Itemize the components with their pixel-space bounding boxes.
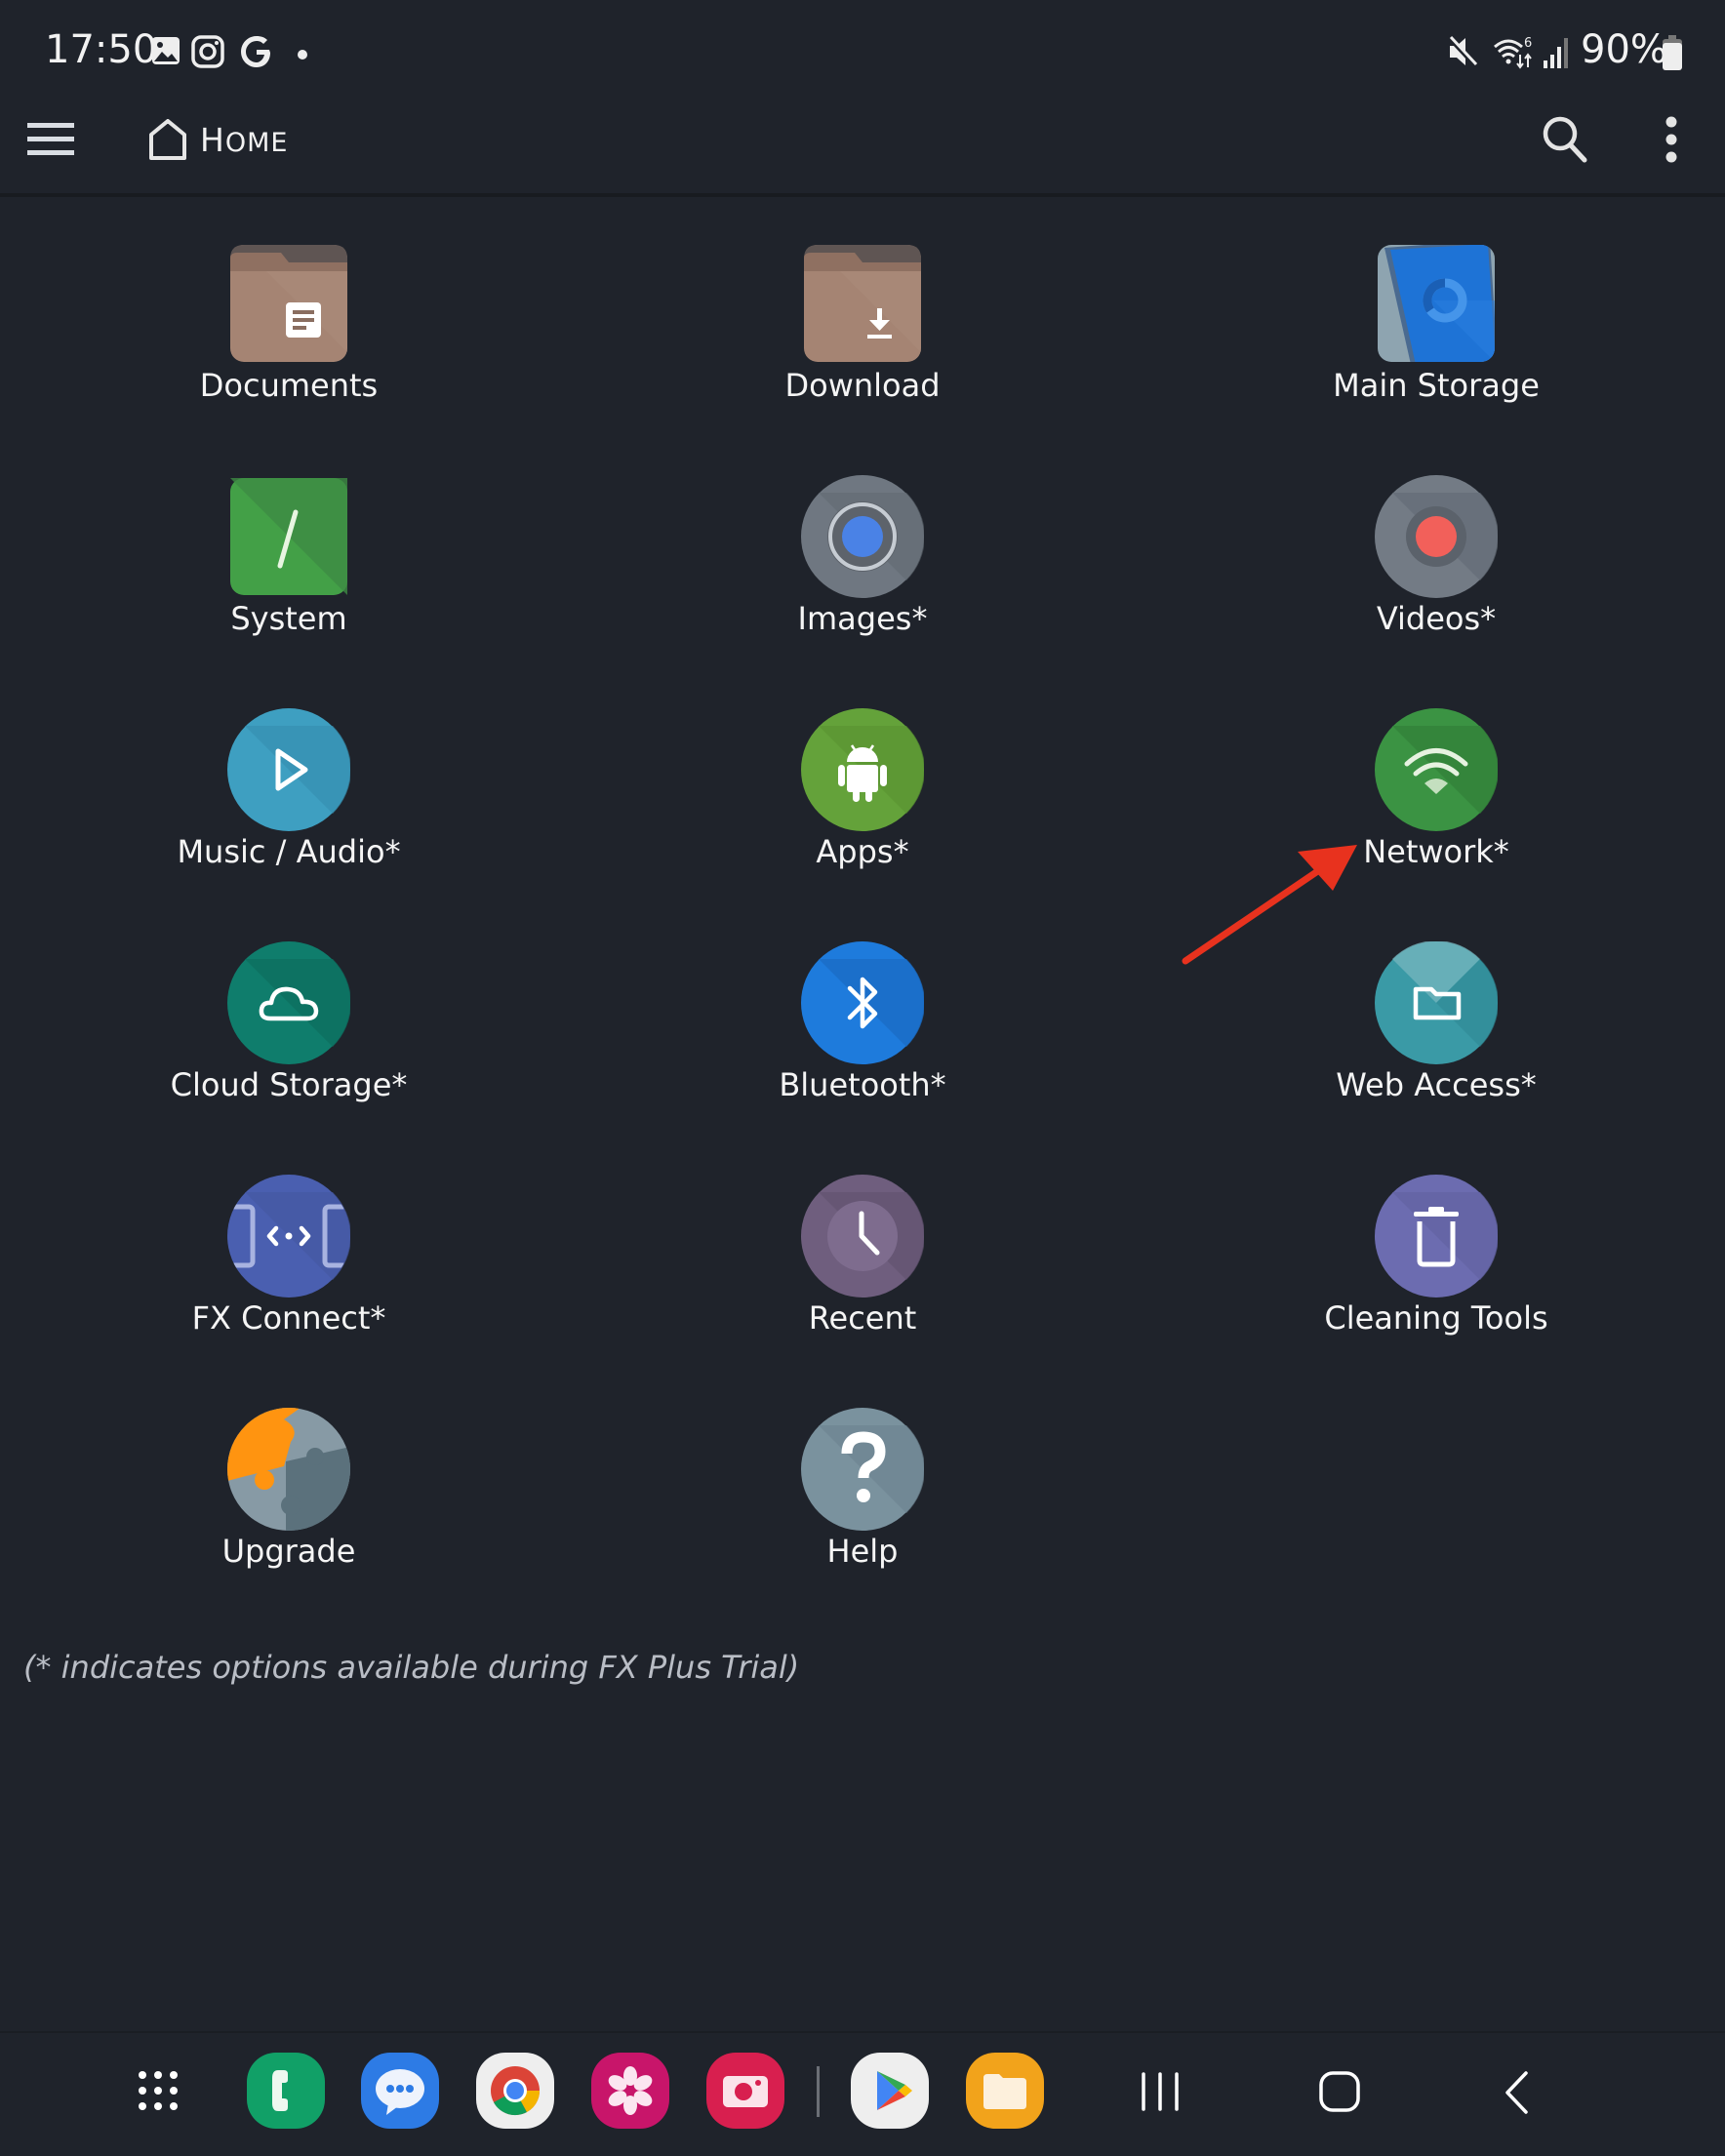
home-icon [149, 119, 186, 160]
chrome-app-icon [491, 2066, 541, 2116]
signal-icon [1544, 38, 1568, 68]
page-title: HOME [200, 121, 289, 159]
tile-label: Help [826, 1533, 899, 1570]
tile-label: Network* [1363, 833, 1509, 870]
tile-label: Download [784, 367, 941, 404]
videos-icon [1375, 475, 1498, 598]
tile-main-storage[interactable]: Main Storage [1261, 242, 1612, 437]
download-folder-icon [804, 245, 921, 362]
tile-label: System [230, 600, 347, 637]
tile-label: Upgrade [221, 1533, 356, 1570]
battery-icon [1663, 35, 1682, 70]
tile-network[interactable]: Network* [1261, 708, 1612, 903]
web-access-folder-icon [1375, 941, 1498, 1064]
recents-icon[interactable] [1141, 2072, 1180, 2111]
tile-upgrade[interactable]: Upgrade [113, 1408, 464, 1603]
gallery-notification-icon [152, 37, 180, 64]
fx-connect-icon [227, 1175, 350, 1298]
wifi-network-icon [1375, 708, 1498, 831]
system-root-icon [230, 478, 347, 595]
status-time: 17:50 [45, 27, 158, 72]
bluetooth-icon [801, 941, 924, 1064]
clock-icon [801, 1175, 924, 1298]
trial-footnote: (* indicates options available during FX… [23, 1649, 800, 1686]
tile-label: Apps* [816, 833, 909, 870]
files-app-icon [983, 2074, 1026, 2109]
cloud-icon [227, 941, 350, 1064]
main-storage-icon [1378, 245, 1495, 362]
tile-label: Web Access* [1336, 1066, 1537, 1103]
tile-videos[interactable]: Videos* [1261, 475, 1612, 670]
dock-phone[interactable] [247, 2053, 325, 2129]
tile-cleaning-tools[interactable]: Cleaning Tools [1261, 1175, 1612, 1370]
tile-label: Music / Audio* [177, 833, 401, 870]
more-notifications-dot [298, 50, 307, 60]
tile-help[interactable]: Help [687, 1408, 1038, 1603]
tile-bluetooth[interactable]: Bluetooth* [687, 941, 1038, 1137]
wifi-6-icon: 6 [1494, 36, 1532, 69]
tile-fx-connect[interactable]: FX Connect* [113, 1175, 464, 1370]
tile-images[interactable]: Images* [687, 475, 1038, 670]
phone-app-icon [272, 2070, 288, 2111]
android-apps-icon [801, 708, 924, 831]
tile-label: Videos* [1376, 600, 1497, 637]
tile-apps[interactable]: Apps* [687, 708, 1038, 903]
hamburger-icon[interactable] [27, 121, 74, 158]
google-notification-icon [241, 36, 270, 67]
puzzle-icon [227, 1408, 350, 1531]
back-icon[interactable] [1503, 2070, 1532, 2115]
play-store-app-icon [877, 2071, 912, 2110]
music-play-icon [227, 708, 350, 831]
documents-folder-icon [230, 245, 347, 362]
help-question-icon [801, 1408, 924, 1531]
battery-percent: 90% [1581, 27, 1667, 72]
tile-label: Bluetooth* [779, 1066, 946, 1103]
trash-icon [1375, 1175, 1498, 1298]
dock-messages[interactable] [361, 2053, 439, 2129]
dock-blossom[interactable] [591, 2053, 669, 2129]
tile-cloud-storage[interactable]: Cloud Storage* [113, 941, 464, 1137]
images-icon [801, 475, 924, 598]
svg-text:6: 6 [1524, 36, 1532, 51]
nav-home-icon[interactable] [1318, 2070, 1361, 2113]
search-icon[interactable] [1542, 115, 1588, 164]
dock-camera[interactable] [706, 2053, 784, 2129]
dock-divider [817, 2066, 820, 2117]
tile-download[interactable]: Download [687, 242, 1038, 437]
tile-recent[interactable]: Recent [687, 1175, 1038, 1370]
tile-label: FX Connect* [191, 1299, 386, 1337]
messages-app-icon [376, 2069, 424, 2115]
mute-icon [1447, 35, 1478, 68]
tile-label: Recent [808, 1299, 917, 1337]
dock-files[interactable] [966, 2053, 1044, 2129]
tile-system[interactable]: System [113, 475, 464, 670]
tile-web-access[interactable]: Web Access* [1261, 941, 1612, 1137]
camera-app-icon [723, 2076, 768, 2107]
tile-label: Images* [797, 600, 928, 637]
tile-label: Documents [199, 367, 379, 404]
dock-chrome[interactable] [476, 2053, 554, 2129]
app-grid-icon[interactable] [138, 2070, 179, 2111]
tile-label: Main Storage [1333, 367, 1540, 404]
blossom-app-icon [608, 2066, 653, 2115]
dock-play-store[interactable] [851, 2053, 929, 2129]
tile-label: Cleaning Tools [1324, 1299, 1548, 1337]
tile-music-audio[interactable]: Music / Audio* [113, 708, 464, 903]
instagram-notification-icon [191, 35, 224, 68]
tile-documents[interactable]: Documents [113, 242, 464, 437]
tile-label: Cloud Storage* [170, 1066, 408, 1103]
more-vert-icon[interactable] [1662, 115, 1681, 164]
